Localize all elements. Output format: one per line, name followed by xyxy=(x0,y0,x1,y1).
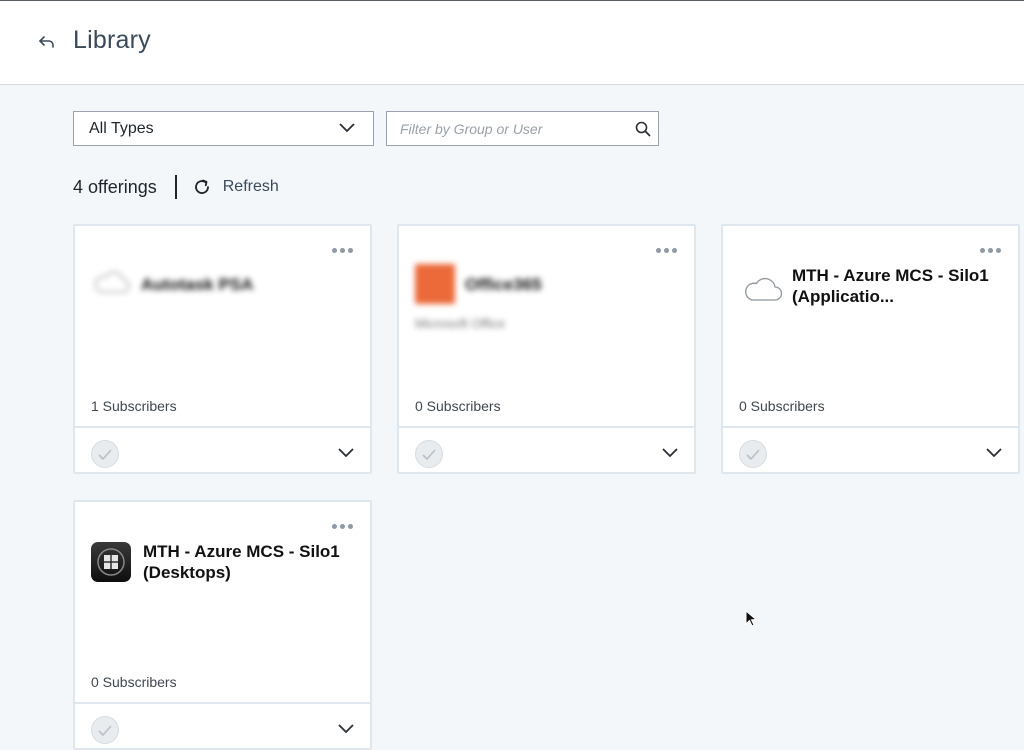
subscriber-count: 0 Subscribers xyxy=(91,674,177,690)
subscriber-count: 0 Subscribers xyxy=(415,398,501,414)
chevron-down-icon xyxy=(339,123,355,133)
office-icon xyxy=(415,264,455,304)
check-icon xyxy=(98,724,112,736)
offering-name: Autotask PSA xyxy=(141,275,254,294)
search-input[interactable] xyxy=(387,112,627,145)
expand-chevron-icon[interactable] xyxy=(986,448,1002,458)
expand-chevron-icon[interactable] xyxy=(662,448,678,458)
back-arrow-icon xyxy=(39,36,54,48)
page-header: Library xyxy=(0,1,1024,85)
select-checkbox[interactable] xyxy=(91,716,119,744)
offerings-toolbar: 4 offerings Refresh xyxy=(73,175,279,199)
select-checkbox[interactable] xyxy=(415,440,443,468)
cloud-icon xyxy=(743,274,783,314)
refresh-button[interactable]: Refresh xyxy=(193,178,279,196)
back-button[interactable] xyxy=(36,31,58,53)
group-user-search xyxy=(386,111,659,146)
expand-chevron-icon[interactable] xyxy=(338,448,354,458)
card-footer xyxy=(399,426,694,472)
check-icon xyxy=(422,448,436,460)
card-footer xyxy=(723,426,1018,472)
card-footer xyxy=(75,702,370,748)
offering-card[interactable]: MTH - Azure MCS - Silo1 (Desktops) 0 Sub… xyxy=(73,500,372,750)
search-icon[interactable] xyxy=(635,121,651,137)
refresh-label: Refresh xyxy=(222,178,279,195)
select-checkbox[interactable] xyxy=(91,440,119,468)
mouse-cursor-icon xyxy=(745,610,757,627)
offering-card[interactable]: Autotask PSA 1 Subscribers xyxy=(73,224,372,474)
offering-card[interactable]: Office365 Microsoft Office 0 Subscribers xyxy=(397,224,696,474)
type-filter-select[interactable]: All Types xyxy=(73,111,374,146)
refresh-icon xyxy=(194,179,209,194)
windows-desktop-icon xyxy=(91,542,131,582)
subscriber-count: 0 Subscribers xyxy=(739,398,825,414)
offering-subtitle: Microsoft Office xyxy=(415,316,506,331)
card-footer xyxy=(75,426,370,472)
more-options-icon[interactable] xyxy=(330,522,355,531)
check-icon xyxy=(98,448,112,460)
subscriber-count: 1 Subscribers xyxy=(91,398,177,414)
check-icon xyxy=(746,448,760,460)
select-checkbox[interactable] xyxy=(739,440,767,468)
more-options-icon[interactable] xyxy=(654,246,679,255)
toolbar-divider xyxy=(174,175,177,199)
offering-name: MTH - Azure MCS - Silo1 (Applicatio... xyxy=(792,266,989,306)
type-filter-value: All Types xyxy=(89,119,154,137)
offering-card[interactable]: MTH - Azure MCS - Silo1 (Applicatio... 0… xyxy=(721,224,1020,474)
cloud-icon xyxy=(91,268,131,308)
more-options-icon[interactable] xyxy=(330,246,355,255)
offering-name: Office365 xyxy=(465,275,542,294)
offering-name: MTH - Azure MCS - Silo1 (Desktops) xyxy=(143,542,340,582)
more-options-icon[interactable] xyxy=(978,246,1003,255)
page-title: Library xyxy=(73,26,151,54)
offerings-count: 4 offerings xyxy=(73,176,157,197)
